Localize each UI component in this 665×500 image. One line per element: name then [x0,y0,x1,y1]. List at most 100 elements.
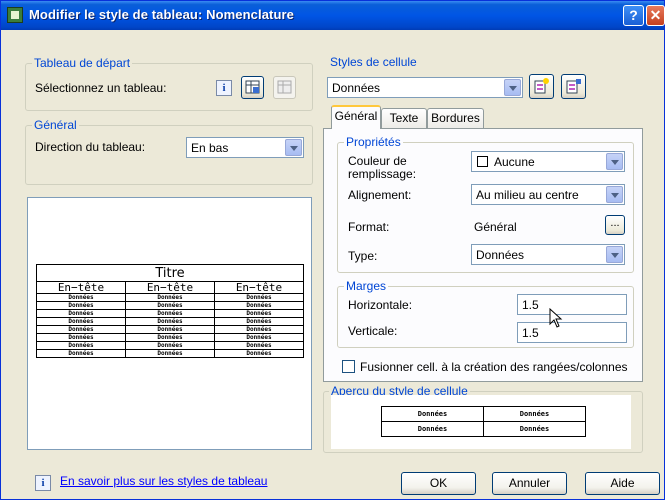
mouse-cursor-icon [549,308,563,328]
new-cell-style-button[interactable] [529,74,554,99]
preview-data-row: Données Données Données [36,293,304,302]
chevron-down-icon [606,153,623,170]
preview-data-cell: Données [125,341,215,350]
preview-data-cell: Données [36,341,126,350]
format-button[interactable]: ... [605,215,625,235]
preview-data-cell: Données [36,325,126,334]
cell-style-value: Données [332,81,381,95]
preview-title-cell: Titre [36,264,304,282]
info-icon[interactable]: i [216,80,232,96]
preview-data-cell: Données [214,317,304,326]
preview-data-row: Données Données Données [36,333,304,342]
chevron-down-icon [606,246,623,263]
format-value: Général [474,220,517,234]
group-label-general: Général [32,118,79,132]
type-select[interactable]: Données [471,244,625,265]
vertical-margin-label: Verticale: [348,324,398,338]
preview-data-cell: Données [36,301,126,310]
tab-texte[interactable]: Texte [381,108,427,129]
close-title-button[interactable]: ✕ [646,5,665,26]
apercu-cell: Données [483,406,586,422]
chevron-down-icon [504,79,521,96]
apercu-cell: Données [381,406,484,422]
help-title-button[interactable]: ? [623,5,644,26]
preview-data-row: Données Données Données [36,341,304,350]
preview-data-cell: Données [36,293,126,302]
chevron-down-icon [606,186,623,203]
tab-general[interactable]: Général [331,105,381,129]
tab-bordures[interactable]: Bordures [427,108,484,129]
preview-data-cell: Données [214,333,304,342]
select-table-label: Sélectionnez un tableau: [35,81,167,95]
horizontal-margin-value: 1.5 [522,298,539,312]
cell-style-select[interactable]: Données [327,77,523,98]
alignment-label: Alignement: [348,188,412,202]
preview-data-cell: Données [125,309,215,318]
group-label-styles-cellule: Styles de cellule [328,55,419,69]
group-label-proprietes: Propriétés [344,135,403,149]
help-button[interactable]: Aide [585,472,660,495]
table-edit-button[interactable] [273,76,296,99]
preview-data-cell: Données [214,309,304,318]
preview-data-cell: Données [125,349,215,358]
merge-cells-label: Fusionner cell. à la création des rangée… [360,360,628,374]
table-edit-icon [277,80,292,94]
apercu-cell: Données [483,421,586,437]
preview-header-cell: En−tête [214,281,304,294]
cancel-button[interactable]: Annuler [492,472,567,495]
title-bar[interactable]: Modifier le style de tableau: Nomenclatu… [1,1,665,30]
merge-cells-checkbox[interactable] [342,360,355,373]
preview-data-cell: Données [36,333,126,342]
alignment-select[interactable]: Au milieu au centre [471,184,625,205]
preview-data-row: Données Données Données [36,301,304,310]
new-style-icon [534,78,549,94]
ok-button[interactable]: OK [401,472,476,495]
type-value: Données [476,248,525,262]
preview-data-cell: Données [125,325,215,334]
vertical-margin-field[interactable]: 1.5 [517,322,627,343]
learn-more-link[interactable]: En savoir plus sur les styles de tableau [60,474,267,488]
preview-data-cell: Données [125,333,215,342]
preview-data-cell: Données [125,293,215,302]
preview-header-cell: En−tête [125,281,215,294]
type-label: Type: [348,249,378,263]
alignment-value: Au milieu au centre [476,188,579,202]
preview-data-cell: Données [36,317,126,326]
preview-data-cell: Données [214,293,304,302]
table-select-icon [245,80,260,94]
preview-data-cell: Données [36,349,126,358]
manage-cell-styles-button[interactable] [561,74,586,99]
preview-data-cell: Données [214,341,304,350]
preview-data-cell: Données [214,301,304,310]
preview-data-cell: Données [125,301,215,310]
group-label-marges: Marges [344,279,389,293]
horizontal-margin-field[interactable]: 1.5 [517,294,627,315]
preview-data-row: Données Données Données [36,309,304,318]
preview-data-cell: Données [125,317,215,326]
dialog-window: Modifier le style de tableau: Nomenclatu… [0,0,665,500]
preview-data-row: Données Données Données [36,317,304,326]
table-preview: Titre En−tête En−tête En−tête Données Données… [27,197,312,450]
preview-data-row: Données Données Données [36,325,304,334]
preview-header-cell: En−tête [36,281,126,294]
cell-style-preview: Données Données Données Données [331,395,631,449]
preview-data-row: Données Données Données [36,349,304,358]
color-swatch-icon [477,156,488,167]
format-label: Format: [348,220,390,234]
window-title: Modifier le style de tableau: Nomenclatu… [29,7,294,22]
fill-color-select[interactable]: Aucune [471,151,625,172]
select-table-button[interactable] [241,76,264,99]
preview-table: Titre En−tête En−tête En−tête Données Données… [36,264,304,358]
vertical-margin-value: 1.5 [522,326,539,340]
preview-data-cell: Données [214,349,304,358]
horizontal-margin-label: Horizontale: [348,298,413,312]
group-label-tableau-depart: Tableau de départ [32,56,133,70]
chevron-down-icon [285,139,302,156]
cell-style-preview-table: Données Données Données Données [381,406,586,437]
fill-color-label: Couleur de remplissage: [348,154,417,181]
info-icon: i [35,475,51,491]
direction-value: En bas [191,141,229,155]
manage-styles-icon [566,79,581,94]
direction-label: Direction du tableau: [35,140,146,154]
direction-select[interactable]: En bas [186,137,304,158]
